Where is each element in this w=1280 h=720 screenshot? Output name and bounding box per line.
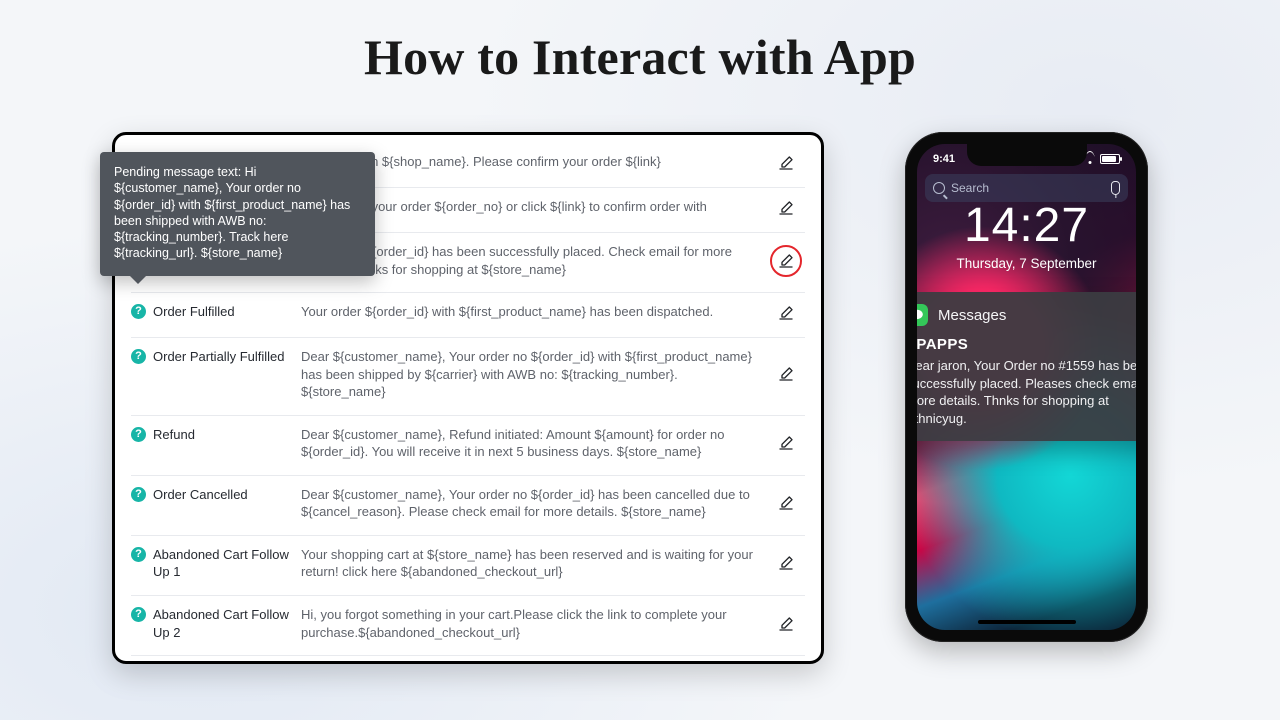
row-message: Your shopping cart at ${store_name} has … — [301, 546, 757, 581]
notification-card[interactable]: Messages Now SPAPPS Dear jaron, Your Ord… — [917, 292, 1136, 441]
notification-sender: SPAPPS — [917, 336, 1136, 353]
search-field[interactable]: Search — [925, 174, 1128, 202]
phone-notch — [967, 144, 1087, 166]
help-icon[interactable] — [131, 304, 146, 319]
row-name-cell: Refund — [131, 426, 291, 461]
row-name-cell: Order Cancelled — [131, 486, 291, 521]
row-message: Dear ${customer_name}, Your order no ${o… — [301, 348, 757, 401]
help-icon[interactable] — [131, 487, 146, 502]
row-name: Order Fulfilled — [153, 303, 235, 321]
row-edit-cell — [767, 303, 805, 323]
notification-body: Dear jaron, Your Order no #1559 has been… — [917, 357, 1136, 427]
row-edit-cell — [767, 486, 805, 521]
phone-screen: 9:41 Search 14:27 Thursday, 7 September … — [917, 144, 1136, 630]
notification-app-name: Messages — [938, 307, 1006, 324]
edit-button[interactable] — [776, 251, 796, 271]
lock-screen-clock: 14:27 Thursday, 7 September — [917, 202, 1136, 271]
row-edit-cell — [767, 348, 805, 401]
row-message: Your order ${order_id} with ${first_prod… — [301, 303, 757, 323]
edit-button[interactable] — [776, 198, 796, 218]
row-name-cell: Order Partially Fulfilled — [131, 348, 291, 401]
row-edit-cell — [767, 546, 805, 581]
row-name: Abandoned Cart Follow Up 2 — [153, 606, 291, 641]
row-edit-cell — [767, 426, 805, 461]
search-icon — [933, 182, 945, 194]
edit-button[interactable] — [776, 153, 796, 173]
edit-button[interactable] — [776, 614, 796, 634]
table-row: Order Cancelled Dear ${customer_name}, Yo… — [131, 476, 805, 536]
battery-icon — [1100, 154, 1120, 164]
table-row: Order Fulfilled Your order ${order_id} wi… — [131, 293, 805, 338]
row-name: Refund — [153, 426, 195, 444]
lock-date: Thursday, 7 September — [917, 256, 1136, 271]
row-name: Abandoned Cart Follow Up 1 — [153, 546, 291, 581]
edit-button[interactable] — [776, 364, 796, 384]
help-icon[interactable] — [131, 547, 146, 562]
edit-button[interactable] — [776, 493, 796, 513]
mic-icon[interactable] — [1111, 181, 1120, 195]
status-time: 9:41 — [933, 153, 955, 165]
row-message: Hi, you forgot something in your cart.Pl… — [301, 606, 757, 641]
page-title: How to Interact with App — [364, 28, 916, 86]
help-icon[interactable] — [131, 349, 146, 364]
table-row: Abandoned Cart Follow Up 1 Your shopping … — [131, 536, 805, 596]
messages-app-icon — [917, 304, 928, 326]
edit-button[interactable] — [776, 303, 796, 323]
lock-time: 14:27 — [917, 202, 1136, 250]
row-edit-cell — [767, 606, 805, 641]
row-message: Dear ${customer_name}, Refund initiated:… — [301, 426, 757, 461]
row-name: Order Cancelled — [153, 486, 248, 504]
table-row: Abandoned Cart Follow Up 2 Hi, you forgot… — [131, 596, 805, 656]
edit-button[interactable] — [776, 433, 796, 453]
help-tooltip: Pending message text: Hi ${customer_name… — [100, 152, 375, 276]
table-row: Refund Dear ${customer_name}, Refund init… — [131, 416, 805, 476]
row-name-cell: Order Fulfilled — [131, 303, 291, 323]
edit-button[interactable] — [776, 553, 796, 573]
help-icon[interactable] — [131, 427, 146, 442]
row-message: Dear ${customer_name}, Your order no ${o… — [301, 486, 757, 521]
row-edit-cell — [767, 243, 805, 278]
search-placeholder: Search — [951, 181, 989, 195]
home-indicator[interactable] — [978, 620, 1076, 624]
help-icon[interactable] — [131, 607, 146, 622]
table-row: Order Partially Fulfilled Dear ${customer… — [131, 338, 805, 416]
row-name-cell: Abandoned Cart Follow Up 1 — [131, 546, 291, 581]
phone-mockup: 9:41 Search 14:27 Thursday, 7 September … — [905, 132, 1148, 642]
row-name-cell: Abandoned Cart Follow Up 2 — [131, 606, 291, 641]
row-name: Order Partially Fulfilled — [153, 348, 285, 366]
row-edit-cell — [767, 153, 805, 173]
row-edit-cell — [767, 198, 805, 218]
